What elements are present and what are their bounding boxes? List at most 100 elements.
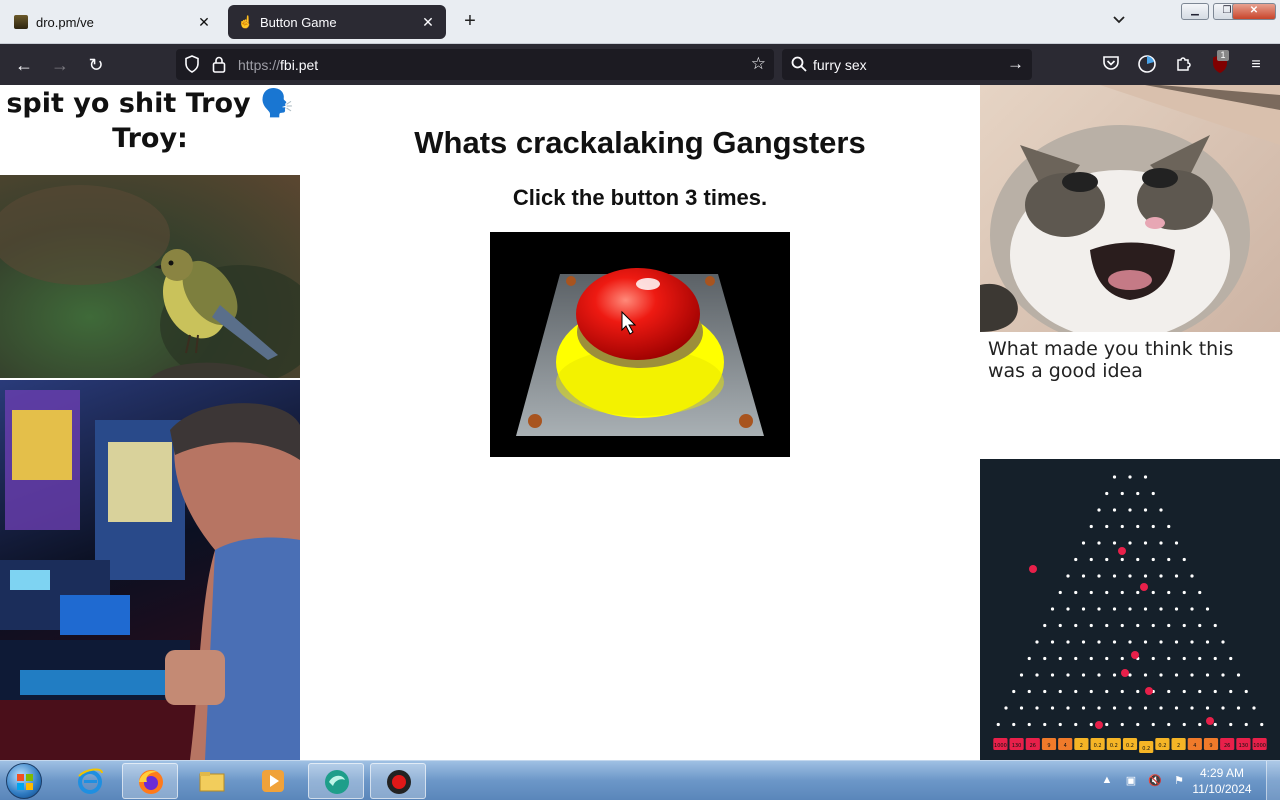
plinko-peg <box>1244 722 1248 727</box>
plinko-peg <box>1190 673 1194 677</box>
tab-button-game[interactable]: ☝ Button Game ✕ <box>228 5 446 39</box>
minimize-button[interactable]: ▁ <box>1181 3 1209 20</box>
plinko-peg <box>1089 656 1093 661</box>
plinko-peg <box>1120 689 1124 694</box>
search-input[interactable]: furry sex <box>813 57 867 73</box>
back-arrow-icon[interactable]: ← <box>12 53 36 77</box>
plinko-peg <box>1143 475 1148 479</box>
plinko-peg <box>1058 656 1062 661</box>
plinko-peg <box>1081 574 1086 578</box>
plinko-peg <box>1143 706 1148 710</box>
firefox-taskbar-icon[interactable] <box>122 763 178 799</box>
plinko-peg <box>1097 640 1101 644</box>
close-icon[interactable]: ✕ <box>196 14 212 30</box>
plinko-peg <box>1105 656 1109 661</box>
new-tab-button[interactable]: + <box>458 10 482 34</box>
plinko-peg <box>1089 590 1093 595</box>
plinko-peg <box>1089 689 1093 694</box>
plinko-peg <box>1174 673 1179 677</box>
plinko-peg <box>1205 607 1210 611</box>
plinko-peg <box>1027 722 1031 727</box>
plinko-peg <box>1043 722 1047 727</box>
plinko-peg <box>1167 590 1171 595</box>
plinko-peg <box>1035 706 1039 710</box>
system-clock[interactable]: 4:29 AM 11/10/2024 <box>1190 765 1254 797</box>
url-text[interactable]: https://fbi.pet <box>238 57 318 73</box>
timer-extension-icon[interactable] <box>1136 54 1158 76</box>
plinko-peg <box>1089 557 1093 562</box>
plinko-game[interactable]: 1000 130 26 9 4 2 0.2 0.2 0.2 0.2 0.2 2 4 9 26 130 1000 <box>980 459 1280 760</box>
show-desktop-button[interactable] <box>1266 761 1280 801</box>
plinko-peg <box>1213 656 1217 661</box>
plinko-ball <box>1118 547 1126 555</box>
meme-line-1: spit yo shit Troy 🗣️ <box>6 88 294 119</box>
game-instruction: Click the button 3 times. <box>512 185 768 210</box>
plinko-peg <box>1143 673 1148 677</box>
plinko-peg <box>1105 722 1109 727</box>
plinko-ball <box>1121 669 1129 677</box>
plinko-slot: 0.2 <box>1139 741 1154 753</box>
plinko-peg <box>1066 574 1070 578</box>
plinko-peg <box>1120 491 1124 496</box>
plinko-peg <box>1198 722 1202 727</box>
network-icon[interactable]: ▣ <box>1124 774 1138 788</box>
plinko-peg <box>1066 673 1070 677</box>
plinko-peg <box>1205 706 1210 710</box>
plinko-peg <box>1198 689 1202 694</box>
plinko-peg <box>1120 722 1124 727</box>
show-hidden-icons-icon[interactable]: ▲ <box>1100 774 1114 788</box>
cat-meme-image: What made you think this was a good idea <box>980 85 1280 395</box>
volume-muted-icon[interactable]: 🔇 <box>1148 774 1162 788</box>
plinko-peg <box>1198 590 1202 595</box>
big-red-button[interactable] <box>490 232 790 457</box>
navigation-toolbar: ← → ↻ https://fbi.pet ☆ furry sex → 1 ≡ <box>0 44 1280 85</box>
plinko-peg <box>1050 640 1055 644</box>
action-center-flag-icon[interactable]: ⚑ <box>1172 774 1186 788</box>
plinko-peg <box>1035 673 1039 677</box>
plinko-peg <box>1229 656 1233 661</box>
page-title: Whats crackalaking Gangsters <box>414 125 866 160</box>
address-bar[interactable]: https://fbi.pet ☆ <box>176 49 774 80</box>
search-go-arrow-icon[interactable]: → <box>1007 54 1024 74</box>
cat-photo <box>980 85 1280 332</box>
plinko-slot-label: 26 <box>1224 743 1230 749</box>
plinko-slot-label: 9 <box>1047 743 1050 749</box>
close-window-button[interactable]: ✕ <box>1232 3 1276 20</box>
plinko-slot-label: 2 <box>1177 743 1180 749</box>
plinko-peg <box>1012 689 1016 694</box>
plinko-peg <box>1089 722 1093 727</box>
close-icon[interactable]: ✕ <box>420 14 436 30</box>
bookmark-star-icon[interactable]: ☆ <box>751 54 766 74</box>
forward-arrow-icon[interactable]: → <box>48 53 72 77</box>
extensions-puzzle-icon[interactable] <box>1173 54 1195 76</box>
plinko-peg <box>1182 557 1186 562</box>
tab-title: dro.pm/ve <box>36 14 94 30</box>
plinko-peg <box>1198 656 1202 661</box>
pocket-icon[interactable] <box>1100 54 1122 76</box>
plinko-peg <box>1190 706 1194 710</box>
plinko-slot: 26 <box>1025 738 1040 750</box>
file-explorer-folder-icon[interactable] <box>184 763 240 799</box>
lock-icon[interactable] <box>212 56 226 73</box>
list-all-tabs-chevron-down-icon[interactable] <box>1108 12 1130 34</box>
search-bar[interactable]: furry sex → <box>782 49 1032 80</box>
start-button[interactable] <box>6 763 42 799</box>
tracking-shield-icon[interactable] <box>184 55 200 73</box>
plinko-peg <box>1174 706 1179 710</box>
plinko-peg <box>1043 623 1047 628</box>
plinko-peg <box>1105 590 1109 595</box>
troy-meme-image: spit yo shit Troy 🗣️ Troy: <box>0 85 300 175</box>
plinko-peg <box>1112 607 1117 611</box>
app-taskbar-icon[interactable] <box>308 763 364 799</box>
tab-dro-pm[interactable]: dro.pm/ve ✕ <box>4 5 222 39</box>
media-player-icon[interactable] <box>245 763 301 799</box>
internet-explorer-icon[interactable] <box>62 763 118 799</box>
hamburger-menu-icon[interactable]: ≡ <box>1245 54 1267 76</box>
record-app-taskbar-icon[interactable] <box>370 763 426 799</box>
clock-date: 11/10/2024 <box>1192 782 1252 796</box>
plinko-slot: 0.2 <box>1155 738 1170 750</box>
plinko-slot-label: 0.2 <box>1110 743 1118 749</box>
plinko-peg <box>1143 541 1148 545</box>
plinko-ball <box>1145 687 1153 695</box>
reload-icon[interactable]: ↻ <box>84 53 108 77</box>
